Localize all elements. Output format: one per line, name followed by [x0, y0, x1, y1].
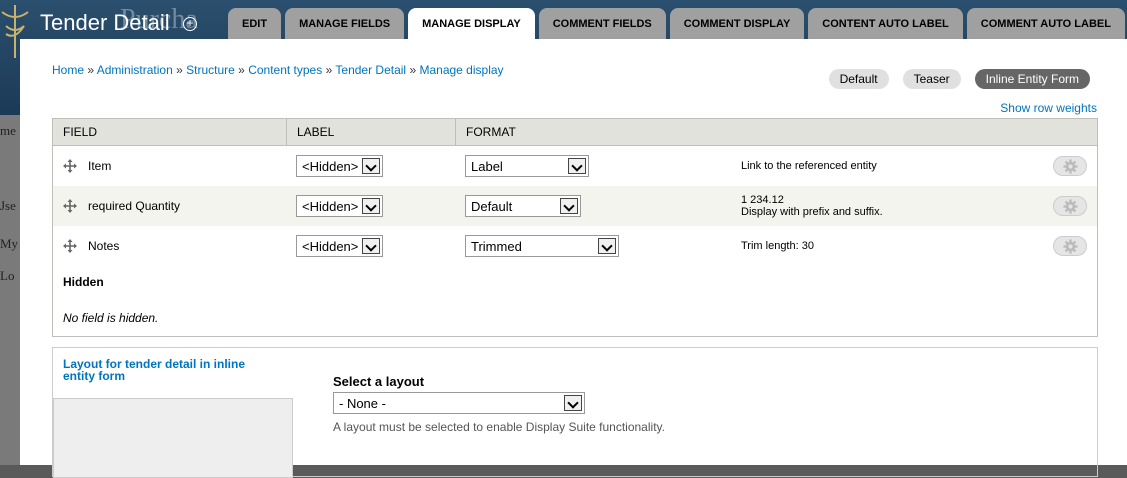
overlay-title: Tender Detail [40, 10, 170, 35]
breadcrumb: Home » Administration » Structure » Cont… [52, 63, 504, 77]
breadcrumb-tender-detail[interactable]: Tender Detail [335, 63, 406, 77]
layout-tabs-area [53, 398, 293, 478]
label-select-value: <Hidden> [302, 158, 359, 174]
background-left-text: Jse [0, 198, 16, 213]
show-row-weights-link[interactable]: Show row weights [1000, 101, 1097, 115]
breadcrumb-administration[interactable]: Administration [97, 63, 173, 77]
summary-line: 1 234.12 [741, 194, 784, 206]
table-row: Item <Hidden> Label Link to the referenc… [53, 146, 1097, 186]
layout-fieldset: Layout for tender detail in inline entit… [52, 347, 1098, 478]
layout-description: A layout must be selected to enable Disp… [333, 420, 665, 434]
layout-vertical-tab[interactable]: Layout for tender detail in inline entit… [63, 358, 273, 382]
background-left-link: Lo [0, 268, 15, 283]
layout-select[interactable]: - None - [333, 392, 585, 414]
tab-comment-display[interactable]: COMMENT DISPLAY [669, 8, 805, 39]
chevron-down-icon [560, 198, 578, 214]
label-select-value: <Hidden> [302, 238, 359, 254]
breadcrumb-structure[interactable]: Structure [186, 63, 235, 77]
summary-line: Link to the referenced entity [741, 160, 877, 172]
chevron-down-icon [362, 158, 380, 174]
chevron-down-icon [362, 198, 380, 214]
breadcrumb-separator: » [409, 63, 417, 77]
fields-table: FIELD LABEL FORMAT Item <Hidden> Label L… [52, 118, 1098, 337]
tab-manage-fields[interactable]: MANAGE FIELDS [285, 8, 405, 39]
drag-handle-icon[interactable] [63, 159, 77, 173]
format-select[interactable]: Default [465, 195, 581, 217]
view-mode-tabs: Default Teaser Inline Entity Form [815, 69, 1090, 89]
chevron-down-icon [362, 238, 380, 254]
breadcrumb-separator: » [325, 63, 333, 77]
layout-select-value: - None - [339, 395, 386, 411]
field-name: required Quantity [88, 199, 181, 213]
add-shortcut-icon[interactable]: + [183, 17, 197, 31]
format-settings-button[interactable] [1053, 156, 1087, 176]
format-select-value: Label [471, 158, 503, 174]
label-select[interactable]: <Hidden> [296, 195, 383, 217]
header-format: FORMAT [466, 125, 516, 139]
format-settings-button[interactable] [1053, 236, 1087, 256]
gear-icon [1063, 159, 1078, 174]
format-settings-button[interactable] [1053, 196, 1087, 216]
format-select-value: Trimmed [471, 238, 522, 254]
hidden-region-title: Hidden [63, 275, 104, 289]
gear-icon [1063, 239, 1078, 254]
select-layout-label: Select a layout [333, 374, 425, 389]
field-name: Item [88, 159, 112, 173]
background-left-link: My [0, 236, 19, 251]
breadcrumb-manage-display[interactable]: Manage display [419, 63, 503, 77]
format-select[interactable]: Label [465, 155, 589, 177]
header-field: FIELD [53, 119, 287, 145]
table-header: FIELD LABEL FORMAT [53, 119, 1097, 146]
field-name: Notes [88, 239, 120, 253]
label-select[interactable]: <Hidden> [296, 155, 383, 177]
table-row: Notes <Hidden> Trimmed Trim length: 30 [53, 226, 1097, 266]
format-summary: Link to the referenced entity [741, 160, 877, 172]
summary-line: Display with prefix and suffix. [741, 206, 883, 218]
breadcrumb-separator: » [176, 63, 183, 77]
overlay-content: Home » Administration » Structure » Cont… [20, 39, 1127, 478]
breadcrumb-home[interactable]: Home [52, 63, 84, 77]
format-summary: 1 234.12 Display with prefix and suffix. [741, 194, 883, 218]
summary-line: Trim length: 30 [741, 240, 814, 252]
tab-comment-auto-label[interactable]: COMMENT AUTO LABEL [966, 8, 1125, 39]
breadcrumb-content-types[interactable]: Content types [248, 63, 322, 77]
format-select-value: Default [471, 198, 513, 214]
label-select-value: <Hidden> [302, 198, 359, 214]
label-select[interactable]: <Hidden> [296, 235, 383, 257]
tab-manage-display[interactable]: MANAGE DISPLAY [408, 8, 535, 40]
chevron-down-icon [564, 395, 582, 411]
format-summary: Trim length: 30 [741, 240, 814, 252]
chevron-down-icon [598, 238, 616, 254]
table-row: required Quantity <Hidden> Default 1 234… [53, 186, 1097, 226]
tabs: EDIT MANAGE FIELDS MANAGE DISPLAY COMMEN… [228, 8, 1127, 40]
tab-edit[interactable]: EDIT [228, 8, 282, 39]
drag-handle-icon[interactable] [63, 239, 77, 253]
gear-icon [1063, 199, 1078, 214]
breadcrumb-separator: » [87, 63, 95, 77]
drag-handle-icon[interactable] [63, 199, 77, 213]
header-label: LABEL [287, 119, 456, 145]
view-mode-teaser[interactable]: Teaser [902, 69, 961, 89]
chevron-down-icon [568, 158, 586, 174]
no-hidden-message: No field is hidden. [63, 311, 159, 325]
breadcrumb-separator: » [238, 63, 245, 77]
view-mode-inline-entity-form[interactable]: Inline Entity Form [974, 69, 1090, 89]
view-mode-default[interactable]: Default [828, 69, 889, 89]
background-left-column [0, 115, 20, 465]
tab-comment-fields[interactable]: COMMENT FIELDS [538, 8, 666, 39]
tab-content-auto-label[interactable]: CONTENT AUTO LABEL [808, 8, 963, 39]
background-left-text: me [0, 123, 16, 138]
format-select[interactable]: Trimmed [465, 235, 619, 257]
